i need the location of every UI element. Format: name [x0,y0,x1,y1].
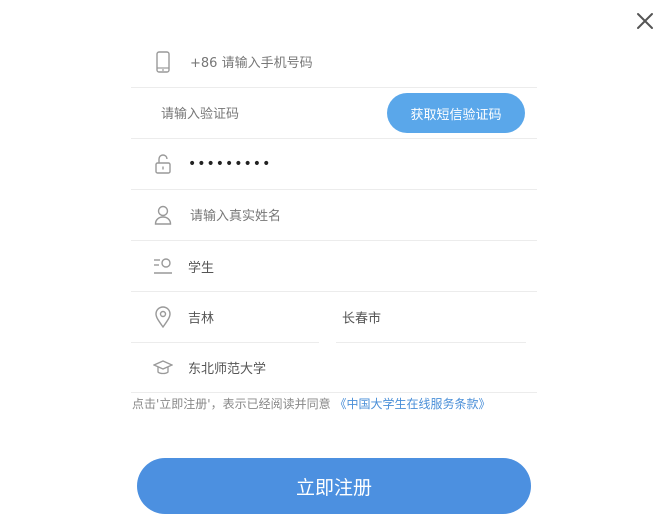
agreement-label: 点击'立即注册'，表示已经阅读并同意 [132,397,331,411]
mobile-phone-icon [156,51,170,73]
school-value: 东北师范大学 [188,361,267,377]
sms-code-row: 获取短信验证码 [131,88,537,140]
password-row: ••••••••• [131,139,537,190]
close-icon [637,13,653,29]
identity-value: 学生 [188,260,215,276]
unlock-icon [155,154,171,174]
phone-row [131,37,537,89]
school-row[interactable]: 东北师范大学 [131,342,537,393]
close-button[interactable] [634,10,656,32]
real-name-row [131,190,537,242]
user-icon [154,205,172,225]
phone-input[interactable] [188,37,527,89]
real-name-input[interactable] [188,190,527,242]
terms-link[interactable]: 《中国大学生在线服务条款》 [334,397,490,411]
sms-code-input[interactable] [159,88,387,140]
user-role-icon [154,258,172,274]
location-pin-icon [155,306,171,328]
register-form: 获取短信验证码 ••••••••• 学生 [131,37,537,393]
password-field[interactable]: ••••••••• [188,156,271,172]
get-sms-code-button[interactable]: 获取短信验证码 [387,93,525,133]
location-row: 吉林 长春市 [131,292,537,343]
agreement-text: 点击'立即注册'，表示已经阅读并同意 《中国大学生在线服务条款》 [132,395,490,412]
register-submit-button[interactable]: 立即注册 [137,458,531,514]
city-value: 长春市 [342,311,382,327]
identity-row[interactable]: 学生 [131,241,537,292]
city-select[interactable]: 长春市 [336,292,526,343]
province-select[interactable]: 吉林 [131,292,319,343]
graduation-cap-icon [153,360,173,375]
province-value: 吉林 [188,311,215,327]
